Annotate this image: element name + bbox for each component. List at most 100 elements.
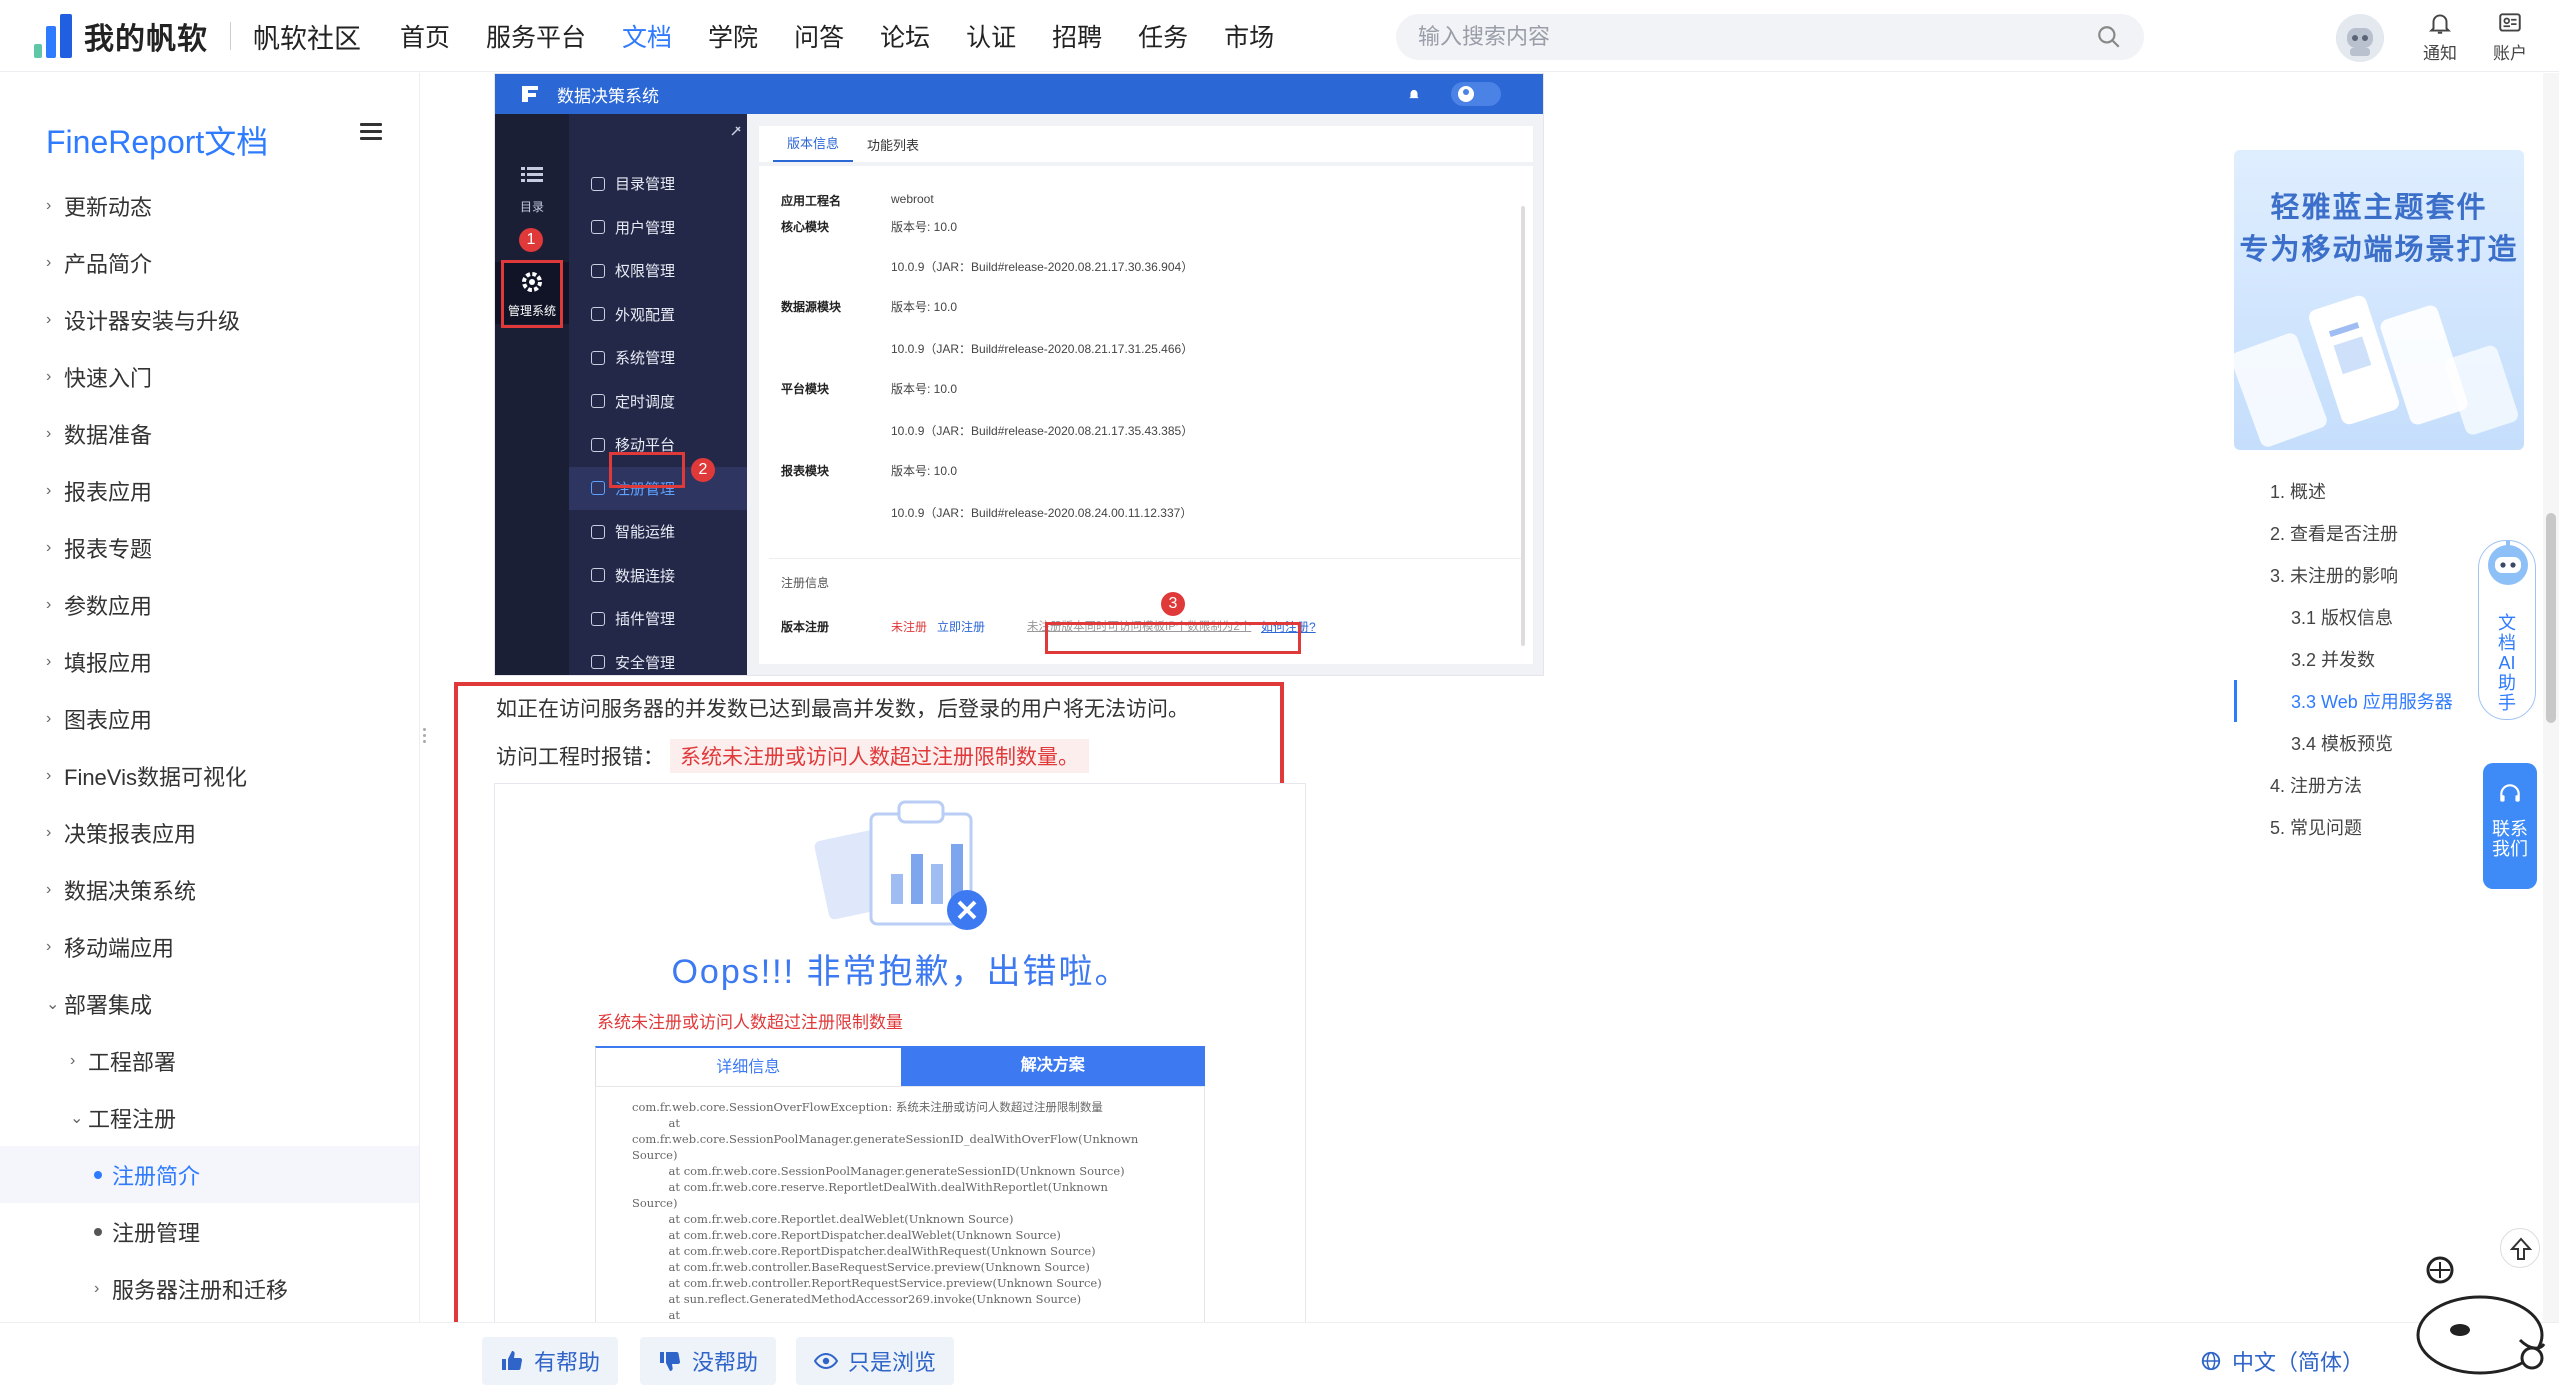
toc-item[interactable]: 4. 注册方法 [2234,764,2524,806]
logo[interactable]: 我的帆软 帆软社区 [34,14,361,58]
sidebar-item[interactable]: ⌄ 工程注册 [0,1089,419,1146]
sidebar-item[interactable]: › 产品简介 [0,234,419,291]
ds-divider [769,558,1523,559]
ds-menu-item: 插件管理 [569,597,747,641]
helpful-button[interactable]: 有帮助 [482,1337,619,1385]
ds-menu-icon [591,394,605,409]
page-scrollbar-thumb[interactable] [2546,513,2556,723]
logo-icon [34,14,78,58]
paragraph-error-prefix: 访问工程时报错： [496,746,664,769]
ds-menu-icon [591,655,605,670]
sidebar-item[interactable]: › 工程部署 [0,1032,419,1089]
ds-menu-item: 用户管理 [569,206,747,250]
ds-menu-icon [591,350,605,365]
sidebar-item[interactable]: › 图表应用 [0,690,419,747]
sidebar-item[interactable]: › 报表应用 [0,462,419,519]
ds-row-value: webroot [891,192,934,206]
chevron-right-icon: › [46,424,52,442]
ds-menu-label: 定时调度 [615,393,676,411]
sidebar-item[interactable]: › 报表专题 [0,519,419,576]
ds-admin-menu: 目录管理 用户管理 权限管理 外观配置 系统管理 定时调度 移动平台 注册管理 智能运维 数据连接… [569,114,747,675]
sidebar-item[interactable]: › 快速入门 [0,348,419,405]
doc-ai-assistant-button[interactable]: 文档AI助手 [2478,540,2536,720]
annotation-box-admin [501,260,563,328]
sidebar-item[interactable]: › 移动端应用 [0,918,419,975]
notify-button[interactable]: 通知 [2410,10,2470,64]
nav-docs[interactable]: 文档 [622,18,672,54]
promo-line2: 专为移动端场景打造 [2239,234,2519,266]
ds-menu-item: 权限管理 [569,249,747,293]
ds-register-now: 立即注册 [937,620,986,634]
nav-jobs[interactable]: 招聘 [1052,18,1102,54]
sidebar-resize-handle[interactable] [421,725,427,747]
ds-user-icon [1458,86,1474,102]
error-title: Oops!!! 非常抱歉，出错啦。 [671,953,1131,991]
sidebar-item-label: 数据决策系统 [64,878,197,904]
promo-banner[interactable]: 轻雅蓝主题套件 专为移动端场景打造 [2234,150,2524,450]
annotation-badge-3: 3 [1161,592,1185,616]
sidebar-item[interactable]: › 设计器安装与升级 [0,291,419,348]
error-illustration-icon [814,800,987,930]
sidebar-item-label: 决策报表应用 [64,821,197,847]
mascot-illustration [2416,1256,2546,1375]
sidebar-item[interactable]: › 服务器注册和迁移 [0,1260,419,1317]
promo-line1: 轻雅蓝主题套件 [2270,192,2488,224]
ds-menu-item: 数据连接 [569,554,747,598]
ds-bell-icon [1409,89,1419,99]
ds-row-detail: 10.0.9（JAR：Build#release-2020.08.21.17.3… [891,260,1194,274]
account-button[interactable]: 账户 [2480,10,2540,64]
search-box [1396,14,2144,60]
search-input[interactable] [1418,24,2096,50]
nav-qa[interactable]: 问答 [794,18,844,54]
ds-header: 数据决策系统 [495,74,1543,114]
stack-trace: com.fr.web.core.SessionOverFlowException… [595,1086,1205,1328]
ds-row-label: 平台模块 [781,382,830,396]
sidebar-item[interactable]: › 更新动态 [0,177,419,234]
page-scrollbar[interactable] [2543,73,2559,1398]
collapse-menu-icon[interactable] [360,123,382,141]
search-icon[interactable] [2096,24,2122,50]
sidebar-item[interactable]: ⌄ 部署集成 [0,975,419,1032]
sidebar-item[interactable]: › 填报应用 [0,633,419,690]
toc-item[interactable]: 5. 常见问题 [2234,806,2524,848]
nav-academy[interactable]: 学院 [708,18,758,54]
sidebar-item[interactable]: › 数据决策系统 [0,861,419,918]
toc-item[interactable]: 1. 概述 [2234,470,2524,512]
thumbs-down-icon [660,1352,681,1371]
notify-label: 通知 [2423,44,2457,63]
sidebar-item[interactable]: › 数据准备 [0,405,419,462]
ds-menu-icon [591,568,605,583]
sidebar-item[interactable]: 注册简介 [0,1146,419,1203]
nav-market[interactable]: 市场 [1224,18,1274,54]
ds-list-icon [521,167,543,182]
ds-main: 版本信息 功能列表 注册信息 版本注册 未注册 立即注册 未注册版本同时可访问模… [747,114,1543,675]
contact-us-button[interactable]: 联系我们 [2483,763,2537,889]
ds-menu-item: 外观配置 [569,293,747,337]
sidebar-item[interactable]: › 参数应用 [0,576,419,633]
ds-row-detail: 10.0.9（JAR：Build#release-2020.08.24.00.1… [891,506,1193,520]
chevron-right-icon: › [94,1279,100,1297]
nav-cert[interactable]: 认证 [966,18,1016,54]
toc-item[interactable]: 3.4 模板预览 [2234,722,2524,764]
nav-service[interactable]: 服务平台 [486,18,586,54]
sidebar-item[interactable]: 注册管理 [0,1203,419,1260]
nav-tasks[interactable]: 任务 [1138,18,1188,54]
main-nav: 首页 服务平台 文档 学院 问答 论坛 认证 招聘 任务 市场 [400,0,1310,72]
nav-forum[interactable]: 论坛 [880,18,930,54]
sidebar-item[interactable]: › 决策报表应用 [0,804,419,861]
sidebar-item-label: 工程部署 [88,1049,177,1075]
ds-panel-scrollbar [1521,206,1525,646]
ds-rail: 目录 管理系统 [495,114,569,675]
nav-home[interactable]: 首页 [400,18,450,54]
user-avatar[interactable] [2336,14,2384,62]
ds-row-label: 数据源模块 [781,300,842,314]
language-switch[interactable]: 中文（简体） [2200,1345,2364,1377]
sidebar-item[interactable]: › FineVis数据可视化 [0,747,419,804]
just-browsing-button[interactable]: 只是浏览 [796,1337,955,1385]
decision-system-screenshot: 数据决策系统 目录 管理系统 目录管理 用户管理 权限管理 外观配置 系统管理 定时调度移… [494,73,1544,676]
not-helpful-button[interactable]: 没帮助 [640,1337,777,1385]
language-label: 中文（简体） [2232,1350,2365,1375]
chevron-down-icon: ⌄ [70,1109,84,1127]
sidebar-item-label: 注册管理 [112,1220,201,1246]
ds-row-detail: 10.0.9（JAR：Build#release-2020.08.21.17.3… [891,342,1194,356]
